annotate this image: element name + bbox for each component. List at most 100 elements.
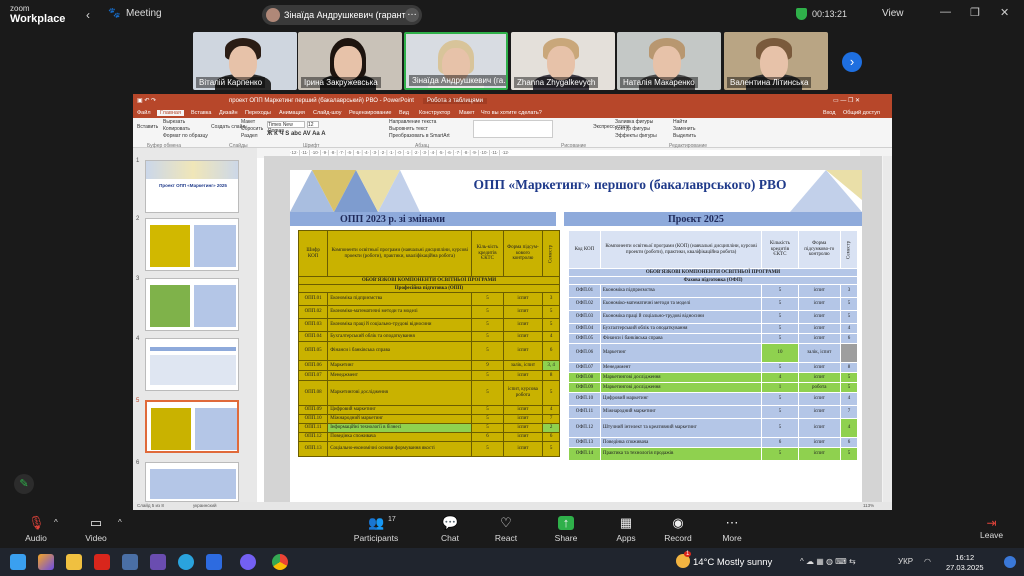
section-button[interactable]: Раздел <box>241 133 258 139</box>
table-cell: Економіка підприємства <box>599 284 763 298</box>
video-tile-active-speaker[interactable]: Зінаїда Андрушкевич (га... <box>404 32 508 90</box>
tell-me-search[interactable]: Что вы хотите сделать? <box>481 110 542 116</box>
copilot-icon[interactable] <box>38 554 54 570</box>
table-cell: 4 <box>840 392 858 406</box>
slide[interactable]: ОПП «Маркетинг» першого (бакалаврського)… <box>290 170 862 502</box>
video-tile[interactable]: Ірина Закружевська <box>298 32 402 90</box>
react-button[interactable]: ♡ React <box>476 516 536 544</box>
login-link[interactable]: Вход <box>823 110 835 116</box>
telegram-icon[interactable] <box>178 554 194 570</box>
participants-button[interactable]: 👥 Participants <box>346 515 406 544</box>
cut-button[interactable]: Вырезать <box>163 119 185 125</box>
share-link[interactable]: Общий доступ <box>843 110 880 116</box>
close-icon[interactable]: ✕ <box>1000 6 1009 19</box>
slide-thumbnail[interactable] <box>145 338 239 391</box>
align-text-button[interactable]: Выровнять текст <box>389 126 428 132</box>
tab-slideshow[interactable]: Слайд-шоу <box>313 110 342 116</box>
shield-icon[interactable] <box>796 8 807 20</box>
chevron-left-icon[interactable]: ‹ <box>86 8 90 22</box>
tab-view[interactable]: Вид <box>399 110 409 116</box>
copy-button[interactable]: Копировать <box>163 126 190 132</box>
minimize-icon[interactable]: — <box>940 6 951 18</box>
record-button[interactable]: ◉ Record <box>648 516 708 544</box>
app-icon[interactable] <box>150 554 166 570</box>
weather-widget[interactable]: 14°C Mostly sunny <box>693 557 772 568</box>
left-program-table[interactable]: Шифр КОП Компоненти освітньої програми (… <box>297 230 560 457</box>
video-button[interactable]: ▭ Video <box>66 516 126 544</box>
video-tile[interactable]: Валентина Літинська <box>724 32 828 90</box>
ppt-title-bar: ▣ ↶ ↷ проект ОПП Маркетинг перший (бакал… <box>133 94 892 108</box>
window-controls-icon[interactable]: ▭ — ❐ ✕ <box>833 97 860 104</box>
table-cell: Поведінка споживача <box>327 432 473 442</box>
shape-effects-button[interactable]: Эффекты фигуры <box>615 133 657 139</box>
tab-home[interactable]: Главная <box>157 110 184 116</box>
meeting-controls: 🎙 Audio ^ ▭ Video ^ 👥 Participants 17 💬 Chat… <box>0 512 1024 548</box>
leave-button[interactable]: ⇥ Leave <box>980 516 1003 540</box>
shapes-gallery[interactable] <box>473 120 553 138</box>
chat-button[interactable]: 💬 Chat <box>420 516 480 544</box>
chevron-right-icon[interactable]: › <box>842 52 862 72</box>
font-format-icons[interactable]: Ж К Ч S abc AV Aa A <box>267 131 326 137</box>
layout-button[interactable]: Макет <box>241 119 255 125</box>
participant-strip: Віталій Карпенко Ірина Закружевська Зіна… <box>0 30 1024 92</box>
replace-button[interactable]: Заменить <box>673 126 695 132</box>
right-program-table[interactable]: Код КОП Компоненти освітньої програми (К… <box>568 230 858 461</box>
font-family-select[interactable]: Times New Roman <box>267 121 305 134</box>
smartart-button[interactable]: Преобразовать в SmartArt <box>389 133 450 139</box>
tab-animation[interactable]: Анимация <box>279 110 305 116</box>
tray-icons[interactable]: ^ ☁ ▦ ◍ ⌨ ⇆ <box>800 557 856 566</box>
slide-thumbnail[interactable]: Проект ОПП «Маркетинг» 2025 <box>145 160 239 213</box>
windows-start-icon[interactable] <box>10 554 26 570</box>
table-cell: іспит <box>797 323 841 334</box>
reset-button[interactable]: Сбросить <box>241 126 263 132</box>
acrobat-icon[interactable] <box>94 554 110 570</box>
vertical-scrollbar[interactable] <box>883 156 892 502</box>
participants-icon: 👥 <box>368 515 385 530</box>
tab-design[interactable]: Дизайн <box>219 110 238 116</box>
select-button[interactable]: Выделить <box>673 133 696 139</box>
slide-thumbnail-selected[interactable] <box>145 400 239 453</box>
more-options-icon[interactable]: … <box>405 8 419 22</box>
share-button[interactable]: ↑ Share <box>536 516 596 544</box>
font-size-select[interactable]: 12 <box>307 121 319 128</box>
apps-button[interactable]: ▦ Apps <box>596 516 656 544</box>
more-button[interactable]: ⋯ More <box>702 516 762 544</box>
tab-transitions[interactable]: Переходы <box>245 110 271 116</box>
language-indicator[interactable]: УКР <box>898 557 913 566</box>
save-icon[interactable]: ▣ ↶ ↷ <box>137 97 156 104</box>
maximize-icon[interactable]: ❐ <box>970 6 980 19</box>
pen-icon[interactable]: ✎ <box>14 474 34 494</box>
slide-thumbnail[interactable] <box>145 462 239 502</box>
system-clock[interactable]: 16:12 27.03.2025 <box>946 553 984 573</box>
video-tile[interactable]: Наталія Макаренко <box>617 32 721 90</box>
shape-fill-button[interactable]: Заливка фигуры <box>615 119 653 125</box>
tab-insert[interactable]: Вставка <box>191 110 211 116</box>
text-direction-button[interactable]: Направление текста <box>389 119 436 125</box>
chevron-up-icon[interactable]: ^ <box>54 518 58 527</box>
paste-button[interactable]: Вставить <box>137 124 158 130</box>
slide-thumbnail[interactable] <box>145 218 239 271</box>
shape-outline-button[interactable]: Контур фигуры <box>615 126 650 132</box>
viber-icon[interactable] <box>240 554 256 570</box>
video-tile[interactable]: Zhanna Zhygalkevych <box>511 32 615 90</box>
active-speaker-chip[interactable]: Зінаїда Андрушкевич (гарант С … <box>262 5 422 25</box>
file-explorer-icon[interactable] <box>66 554 82 570</box>
tab-file[interactable]: Файл <box>137 110 151 116</box>
video-tile[interactable]: Віталій Карпенко <box>193 32 297 90</box>
notification-icon[interactable] <box>1004 556 1016 568</box>
tab-review[interactable]: Рецензирование <box>349 110 391 116</box>
zoom-taskbar-icon[interactable] <box>206 554 222 570</box>
tab-layout[interactable]: Макет <box>459 110 475 116</box>
slide-thumbnail[interactable] <box>145 278 239 331</box>
table-cell: ОПП.06 <box>297 360 329 371</box>
format-painter-button[interactable]: Формат по образцу <box>163 133 208 139</box>
view-button[interactable]: View <box>882 8 904 19</box>
meeting-label[interactable]: Meeting <box>126 8 162 19</box>
wifi-icon[interactable]: ◠ <box>924 557 931 566</box>
chrome-icon[interactable] <box>272 554 288 570</box>
zoom-level[interactable]: 113% <box>863 503 874 508</box>
find-button[interactable]: Найти <box>673 119 687 125</box>
tab-constructor[interactable]: Конструктор <box>419 110 450 116</box>
chevron-up-icon[interactable]: ^ <box>118 518 122 527</box>
app-icon[interactable] <box>122 554 138 570</box>
